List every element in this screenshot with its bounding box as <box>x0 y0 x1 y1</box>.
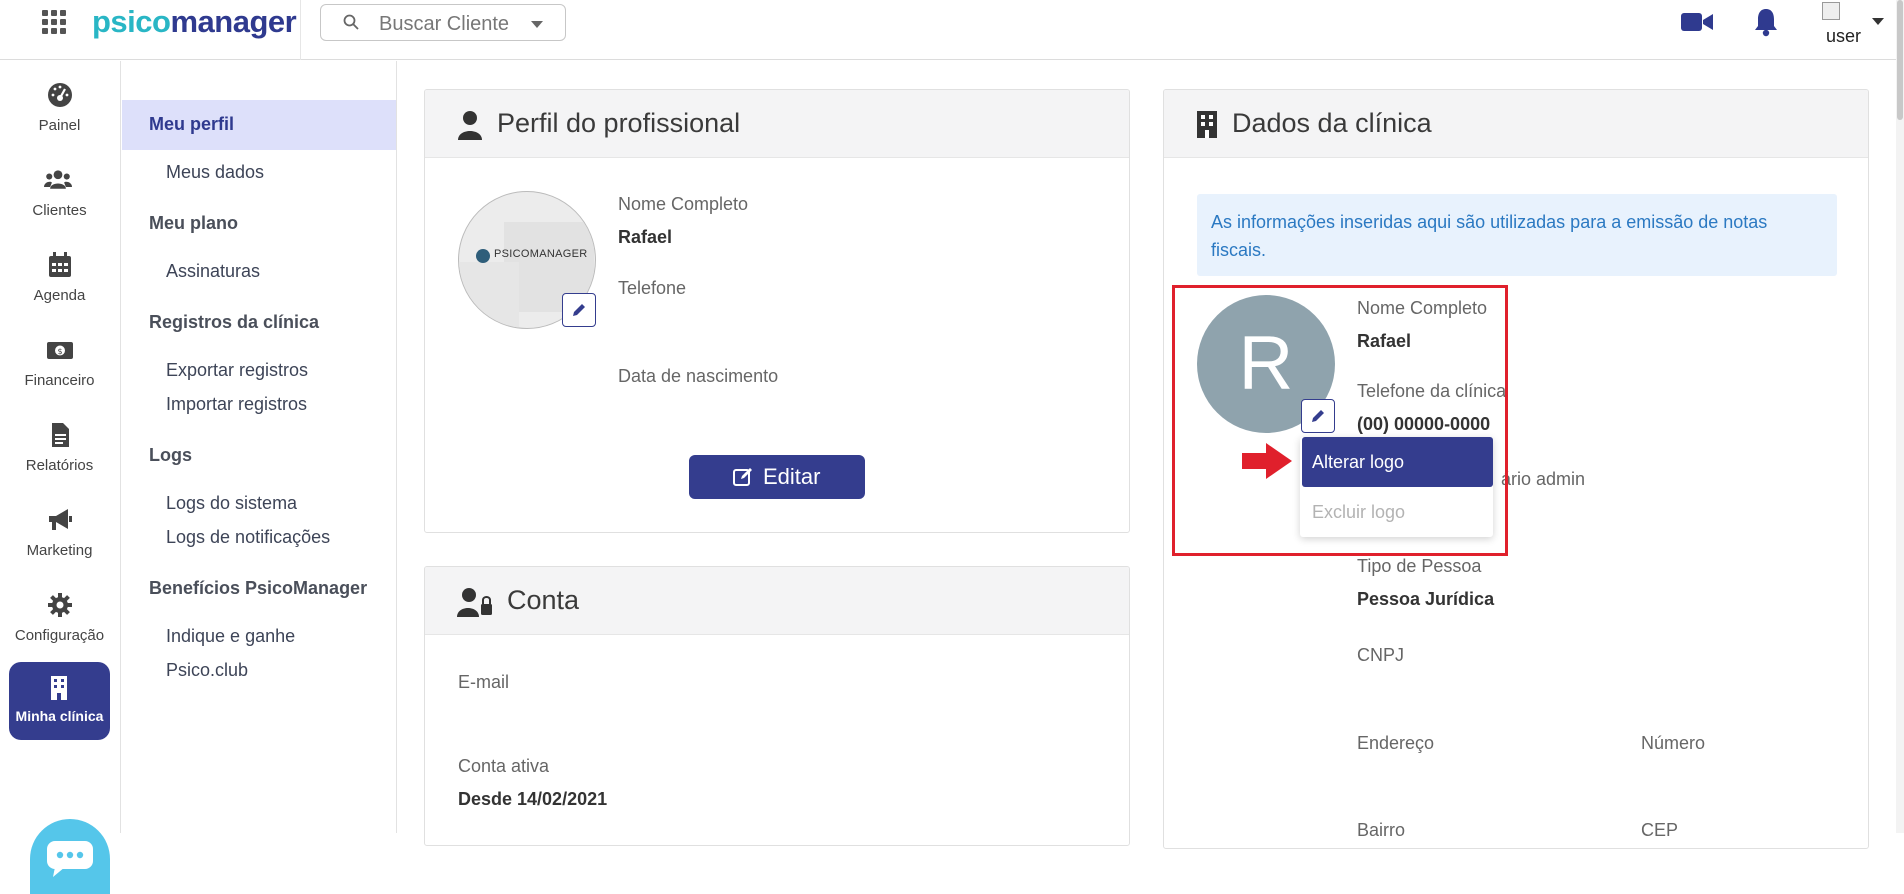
users-icon <box>44 170 72 189</box>
edit-icon <box>733 468 752 486</box>
highlight-box <box>1172 285 1508 556</box>
cnpj-label: CNPJ <box>1357 645 1405 665</box>
email-label: E-mail <box>458 672 510 692</box>
tipo-pessoa-label: Tipo de Pessoa <box>1357 556 1482 576</box>
cep-label: CEP <box>1641 820 1679 840</box>
app-logo[interactable]: psicomanager <box>92 4 297 40</box>
chevron-down-icon[interactable] <box>531 21 543 28</box>
card-title: Dados da clínica <box>1232 108 1432 138</box>
nav-financeiro[interactable]: $ Financeiro <box>0 330 119 402</box>
card-header: Dados da clínica <box>1164 90 1868 158</box>
edit-profile-button[interactable]: Editar <box>689 455 865 499</box>
nome-label: Nome Completo <box>618 194 749 214</box>
main-nav-rail: Painel Clientes Agenda $ Financeiro Rela… <box>0 61 121 894</box>
user-icon <box>458 111 482 140</box>
bairro-label: Bairro <box>1357 820 1406 840</box>
nav-clientes[interactable]: Clientes <box>0 160 119 232</box>
notifications-bell-icon[interactable] <box>1753 7 1779 37</box>
pencil-icon <box>573 304 585 316</box>
nav-painel[interactable]: Painel <box>0 75 119 147</box>
chat-icon <box>47 841 93 877</box>
megaphone-icon <box>49 509 72 530</box>
building-icon <box>1197 111 1217 138</box>
card-title: Perfil do profissional <box>497 108 741 138</box>
top-bar: psicomanager Buscar Cliente user <box>0 0 1904 60</box>
submenu-beneficios[interactable]: Benefícios PsicoManager <box>149 578 367 599</box>
search-placeholder: Buscar Cliente <box>379 13 510 35</box>
submenu-registros[interactable]: Registros da clínica <box>149 312 319 333</box>
clinic-admin-label: ário admin <box>1501 469 1586 489</box>
conta-ativa-value: Desde 14/02/2021 <box>458 789 608 809</box>
dashboard-icon <box>48 83 72 107</box>
client-search-input[interactable]: Buscar Cliente <box>320 4 566 41</box>
chat-support-button[interactable] <box>30 819 110 894</box>
nav-relatorios[interactable]: Relatórios <box>0 415 119 487</box>
user-menu-chevron-icon[interactable] <box>1872 18 1884 25</box>
card-header: Perfil do profissional <box>425 90 1129 158</box>
submenu-meu-plano[interactable]: Meu plano <box>149 213 238 234</box>
submenu-meu-perfil[interactable]: Meu perfil <box>122 100 396 150</box>
telefone-label: Telefone <box>618 278 687 298</box>
tipo-pessoa-value: Pessoa Jurídica <box>1357 589 1495 609</box>
calendar-icon <box>49 252 71 277</box>
numero-label: Número <box>1641 733 1706 753</box>
gear-icon <box>48 593 72 617</box>
user-avatar[interactable]: user <box>1818 2 1862 44</box>
video-call-icon[interactable] <box>1681 10 1713 34</box>
endereco-label: Endereço <box>1357 733 1435 753</box>
user-lock-icon <box>457 588 492 617</box>
submenu-indique[interactable]: Indique e ganhe <box>166 626 295 647</box>
submenu-logs-notificacoes[interactable]: Logs de notificações <box>166 527 330 548</box>
nome-value: Rafael <box>618 227 673 247</box>
submenu-assinaturas[interactable]: Assinaturas <box>166 261 260 282</box>
submenu-exportar[interactable]: Exportar registros <box>166 360 308 381</box>
nav-configuracao[interactable]: Configuração <box>0 585 119 657</box>
submenu-meus-dados[interactable]: Meus dados <box>166 162 264 183</box>
search-icon <box>343 14 359 30</box>
card-header: Conta <box>425 567 1129 635</box>
submenu-logs-sistema[interactable]: Logs do sistema <box>166 493 297 514</box>
red-arrow-icon <box>1242 443 1292 479</box>
broken-image-icon <box>1822 2 1840 20</box>
info-alert: As informações inseridas aqui são utiliz… <box>1197 194 1837 276</box>
nav-minha-clinica[interactable]: Minha clínica <box>9 662 110 740</box>
submenu-logs[interactable]: Logs <box>149 445 192 466</box>
conta-ativa-label: Conta ativa <box>458 756 550 776</box>
submenu-psico-club[interactable]: Psico.club <box>166 660 248 681</box>
professional-profile-card: Perfil do profissional PSICOMANAGER Nome… <box>424 89 1130 533</box>
profile-submenu: Meu perfil Meus dados Meu plano Assinatu… <box>122 61 397 833</box>
building-icon <box>51 676 67 700</box>
page-scrollbar[interactable] <box>1896 0 1904 833</box>
divider <box>300 0 301 60</box>
document-icon <box>52 423 69 447</box>
nascimento-label: Data de nascimento <box>618 366 779 386</box>
nav-agenda[interactable]: Agenda <box>0 245 119 317</box>
svg-text:$: $ <box>57 347 62 356</box>
apps-grid-icon[interactable] <box>42 10 66 34</box>
submenu-importar[interactable]: Importar registros <box>166 394 307 415</box>
edit-photo-button[interactable] <box>562 293 596 327</box>
account-card: Conta E-mail Conta ativa Desde 14/02/202… <box>424 566 1130 846</box>
nav-marketing[interactable]: Marketing <box>0 500 119 572</box>
money-icon: $ <box>47 342 73 359</box>
card-title: Conta <box>507 585 580 615</box>
